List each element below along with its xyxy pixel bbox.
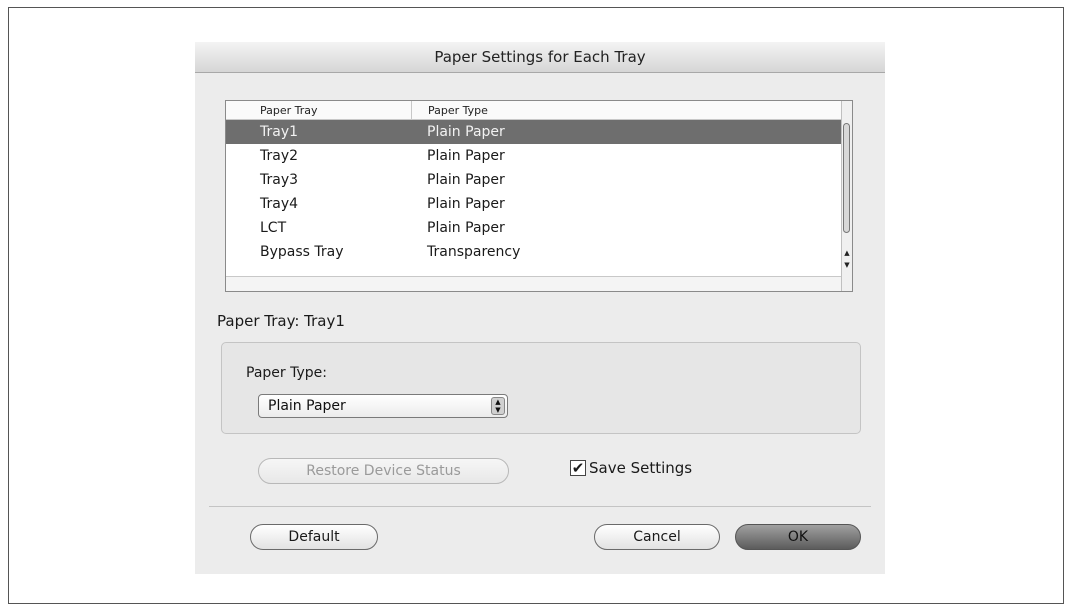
vertical-scrollbar[interactable]: ▲ ▼ <box>841 101 852 291</box>
tray-name-cell: Tray2 <box>260 148 299 164</box>
paper-type-label: Paper Type: <box>246 365 327 381</box>
tray-list[interactable]: Paper Tray Paper Type Tray1 Plain Paper … <box>225 100 853 292</box>
tray-name-cell: Bypass Tray <box>260 244 344 260</box>
column-header-paper-tray[interactable]: Paper Tray <box>260 101 410 119</box>
table-row[interactable]: Tray4 Plain Paper <box>226 192 844 216</box>
paper-type-cell: Plain Paper <box>427 124 505 140</box>
paper-type-cell: Plain Paper <box>427 172 505 188</box>
paper-type-cell: Plain Paper <box>427 148 505 164</box>
paper-type-popup[interactable]: Plain Paper ▲ ▼ <box>258 394 508 418</box>
table-row[interactable]: Tray1 Plain Paper <box>226 120 844 144</box>
tray-name-cell: Tray1 <box>260 124 299 140</box>
column-header-paper-type[interactable]: Paper Type <box>411 101 828 119</box>
restore-device-status-button[interactable]: Restore Device Status <box>258 458 509 484</box>
paper-type-cell: Plain Paper <box>427 220 505 236</box>
table-row[interactable]: Tray3 Plain Paper <box>226 168 844 192</box>
tray-list-footer <box>226 276 844 291</box>
tray-name-cell: Tray4 <box>260 196 299 212</box>
tray-rows: Tray1 Plain Paper Tray2 Plain Paper Tray… <box>226 120 844 264</box>
ok-button[interactable]: OK <box>735 524 861 550</box>
dialog-title: Paper Settings for Each Tray <box>195 42 885 73</box>
scroll-up-arrow-icon[interactable]: ▲ <box>842 247 852 259</box>
paper-type-group: Paper Type: Plain Paper ▲ ▼ <box>221 342 861 434</box>
table-row[interactable]: Bypass Tray Transparency <box>226 240 844 264</box>
paper-type-cell: Plain Paper <box>427 196 505 212</box>
paper-type-cell: Transparency <box>427 244 521 260</box>
divider <box>209 506 871 507</box>
selected-tray-label: Paper Tray: Tray1 <box>217 312 345 330</box>
paper-settings-dialog: Paper Settings for Each Tray Paper Tray … <box>195 42 885 574</box>
checkmark-icon[interactable]: ✔ <box>570 460 586 476</box>
tray-name-cell: LCT <box>260 220 287 236</box>
tray-list-header: Paper Tray Paper Type <box>226 101 844 120</box>
scroll-down-arrow-icon[interactable]: ▼ <box>842 259 852 271</box>
cancel-button[interactable]: Cancel <box>594 524 720 550</box>
scrollbar-thumb[interactable] <box>843 123 850 233</box>
popup-up-down-arrows-icon: ▲ ▼ <box>491 397 505 415</box>
save-settings-label: Save Settings <box>589 459 693 477</box>
table-row[interactable]: Tray2 Plain Paper <box>226 144 844 168</box>
table-row[interactable]: LCT Plain Paper <box>226 216 844 240</box>
tray-name-cell: Tray3 <box>260 172 299 188</box>
paper-type-value: Plain Paper <box>268 398 346 414</box>
default-button[interactable]: Default <box>250 524 378 550</box>
